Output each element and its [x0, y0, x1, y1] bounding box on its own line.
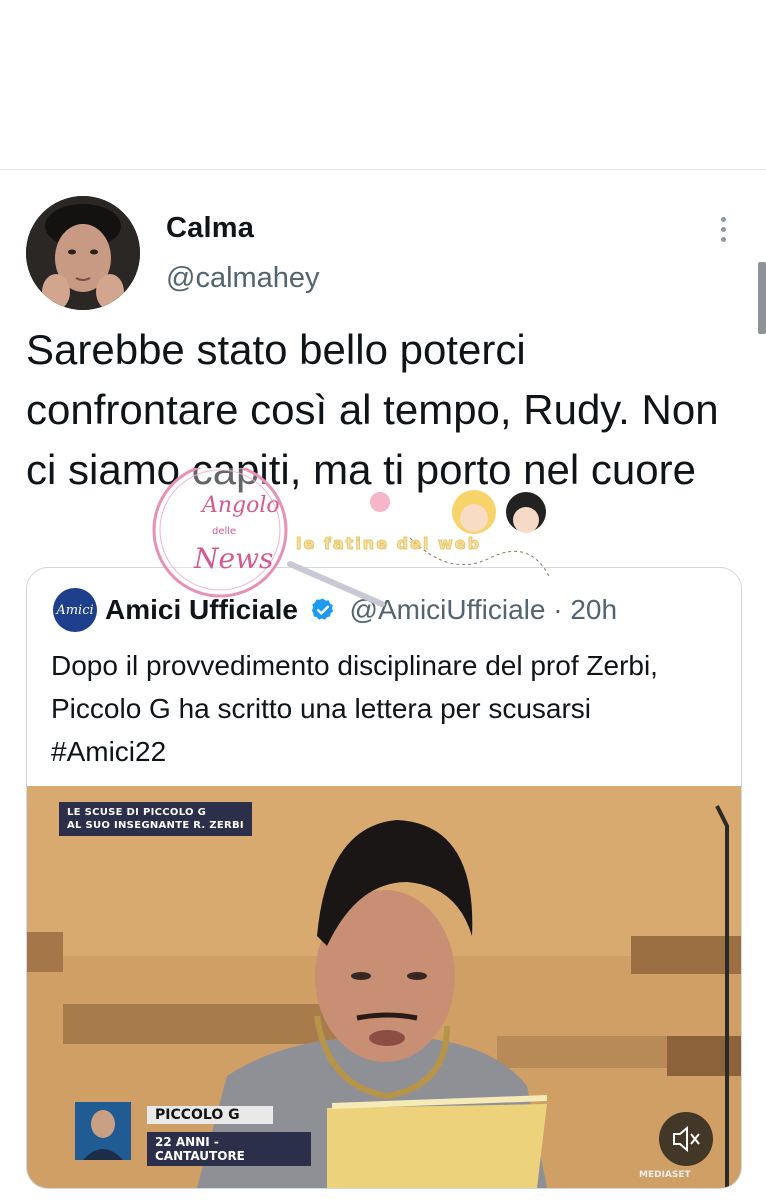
watermark-site-text: le fatine del web — [295, 534, 482, 554]
quoted-timestamp[interactable]: 20h — [570, 594, 617, 625]
speaker-muted-icon — [673, 1125, 700, 1153]
watermark-logo-line2: delle — [212, 526, 236, 537]
verified-badge-icon — [311, 598, 333, 620]
header-divider — [0, 169, 766, 170]
teacher-photo — [75, 1102, 131, 1160]
video-frame — [27, 786, 741, 1188]
video-player[interactable]: LE SCUSE DI PICCOLO G AL SUO INSEGNANTE … — [27, 786, 741, 1188]
quoted-author-name[interactable]: Amici Ufficiale — [105, 594, 298, 625]
tweet-text: Sarebbe stato bello poterci confrontare … — [26, 326, 719, 493]
quoted-avatar[interactable]: Amici — [53, 588, 97, 632]
broadcaster-logo: MEDIASET — [639, 1170, 691, 1180]
author-display-name[interactable]: Calma — [166, 212, 254, 245]
author-handle[interactable]: @calmahey — [166, 262, 320, 295]
caption-top-line2: AL SUO INSEGNANTE R. ZERBI — [67, 820, 244, 831]
quoted-avatar-text: Amici — [56, 602, 94, 618]
name-tag: PICCOLO G — [147, 1106, 273, 1124]
avatar[interactable] — [26, 196, 140, 310]
sub-tag: 22 ANNI - CANTAUTORE — [147, 1132, 311, 1166]
quoted-tweet-card[interactable]: Amici Amici Ufficiale @AmiciUfficiale · … — [26, 567, 742, 1189]
teacher-thumbnail — [75, 1102, 131, 1160]
quoted-tweet-text: Dopo il provvedimento disciplinare del p… — [51, 650, 658, 767]
more-vertical-icon[interactable] — [710, 214, 736, 248]
quoted-header: Amici Ufficiale @AmiciUfficiale · 20h — [105, 594, 617, 626]
dot-separator: · — [553, 594, 563, 625]
top-blank-area — [0, 0, 766, 170]
scrollbar-thumb[interactable] — [758, 262, 766, 334]
caption-top-line1: LE SCUSE DI PICCOLO G — [67, 807, 207, 818]
mute-button[interactable] — [659, 1112, 713, 1166]
quoted-author-handle[interactable]: @AmiciUfficiale — [350, 594, 546, 625]
avatar-photo — [26, 196, 140, 310]
caption-top: LE SCUSE DI PICCOLO G AL SUO INSEGNANTE … — [59, 802, 252, 836]
